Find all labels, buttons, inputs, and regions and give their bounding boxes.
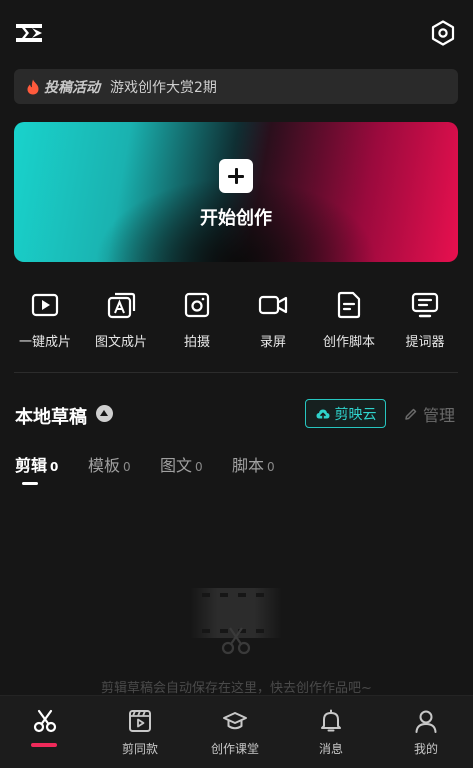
tool-script[interactable]: 创作脚本	[311, 285, 387, 357]
nav-creation-class[interactable]: 创作课堂	[190, 696, 280, 768]
tab-count: 0	[50, 460, 59, 474]
tool-text-to-video[interactable]: 图文成片	[83, 285, 159, 357]
tool-teleprompter[interactable]: 提词器	[387, 285, 463, 357]
tab-name: 模板	[88, 456, 121, 475]
tab-name: 图文	[160, 456, 193, 475]
pencil-icon	[405, 408, 417, 420]
tab-edit[interactable]: 剪辑 0	[15, 452, 58, 476]
tool-label: 提词器	[405, 335, 445, 350]
nav-label: 消息	[318, 742, 343, 756]
graduation-cap-icon	[223, 712, 247, 730]
plus-icon	[219, 159, 253, 193]
manage-label: 管理	[423, 406, 456, 425]
tab-count: 0	[267, 460, 275, 474]
tab-template[interactable]: 模板 0	[88, 452, 131, 476]
nav-profile[interactable]: 我的	[381, 696, 471, 768]
activity-banner[interactable]: 投稿活动 游戏创作大赏2期	[14, 69, 458, 104]
nav-messages[interactable]: 消息	[286, 696, 376, 768]
hexagon-settings-icon[interactable]	[429, 19, 457, 47]
nav-label: 创作课堂	[210, 742, 259, 756]
tab-script[interactable]: 脚本 0	[232, 452, 275, 476]
text-to-video-icon	[107, 292, 136, 319]
cloud-button-label: 剪映云	[334, 406, 377, 423]
tool-label: 一键成片	[18, 335, 71, 350]
bottom-nav: 剪同款 创作课堂 消息 我的	[0, 695, 473, 768]
template-clip-icon	[129, 710, 151, 732]
tool-label: 拍摄	[183, 335, 210, 350]
tab-count: 0	[123, 460, 131, 474]
nav-template-clip[interactable]: 剪同款	[95, 696, 185, 768]
film-scissors-icon	[190, 588, 282, 655]
top-bar	[0, 0, 473, 66]
teleprompter-icon	[411, 292, 439, 318]
tab-image-text[interactable]: 图文 0	[160, 452, 203, 476]
capcut-logo-icon	[16, 24, 42, 42]
nav-label: 我的	[413, 742, 438, 756]
tab-name: 脚本	[232, 456, 265, 475]
tool-screen-record[interactable]: 录屏	[235, 285, 311, 357]
camera-icon	[184, 292, 210, 318]
tool-label: 录屏	[259, 335, 286, 350]
empty-state-text: 剪辑草稿会自动保存在这里，快去创作作品吧~	[101, 681, 372, 696]
tool-one-click-video[interactable]: 一键成片	[7, 285, 83, 357]
tab-count: 0	[195, 460, 203, 474]
banner-tag: 投稿活动	[44, 79, 100, 96]
bell-icon	[321, 709, 341, 732]
tool-label: 创作脚本	[322, 335, 375, 350]
nav-label: 剪同款	[121, 742, 158, 756]
local-drafts-title: 本地草稿	[15, 407, 87, 428]
active-nav-indicator	[31, 743, 57, 747]
tool-label: 图文成片	[94, 335, 147, 350]
play-square-icon	[31, 293, 59, 317]
start-create-label: 开始创作	[200, 208, 272, 229]
script-icon	[337, 291, 361, 319]
start-create-card[interactable]: 开始创作	[14, 122, 458, 262]
section-divider	[14, 372, 458, 373]
nav-edit[interactable]	[0, 696, 90, 768]
draft-tabs: 剪辑 0 模板 0 图文 0 脚本 0	[0, 452, 473, 488]
tools-row: 一键成片 图文成片 拍摄 录屏 创作脚本 提词器	[0, 285, 473, 357]
manage-button[interactable]: 管理	[403, 402, 455, 426]
cloud-button[interactable]: 剪映云	[305, 399, 386, 428]
cloud-upload-icon	[316, 409, 329, 419]
video-record-icon	[258, 295, 288, 315]
tab-name: 剪辑	[15, 456, 48, 475]
scissors-icon	[33, 709, 57, 733]
tool-camera[interactable]: 拍摄	[159, 285, 235, 357]
flame-icon	[27, 79, 39, 94]
collapse-toggle-icon[interactable]	[96, 405, 113, 422]
user-icon	[415, 710, 437, 733]
banner-text: 游戏创作大赏2期	[110, 79, 217, 96]
active-tab-underline	[22, 482, 38, 485]
